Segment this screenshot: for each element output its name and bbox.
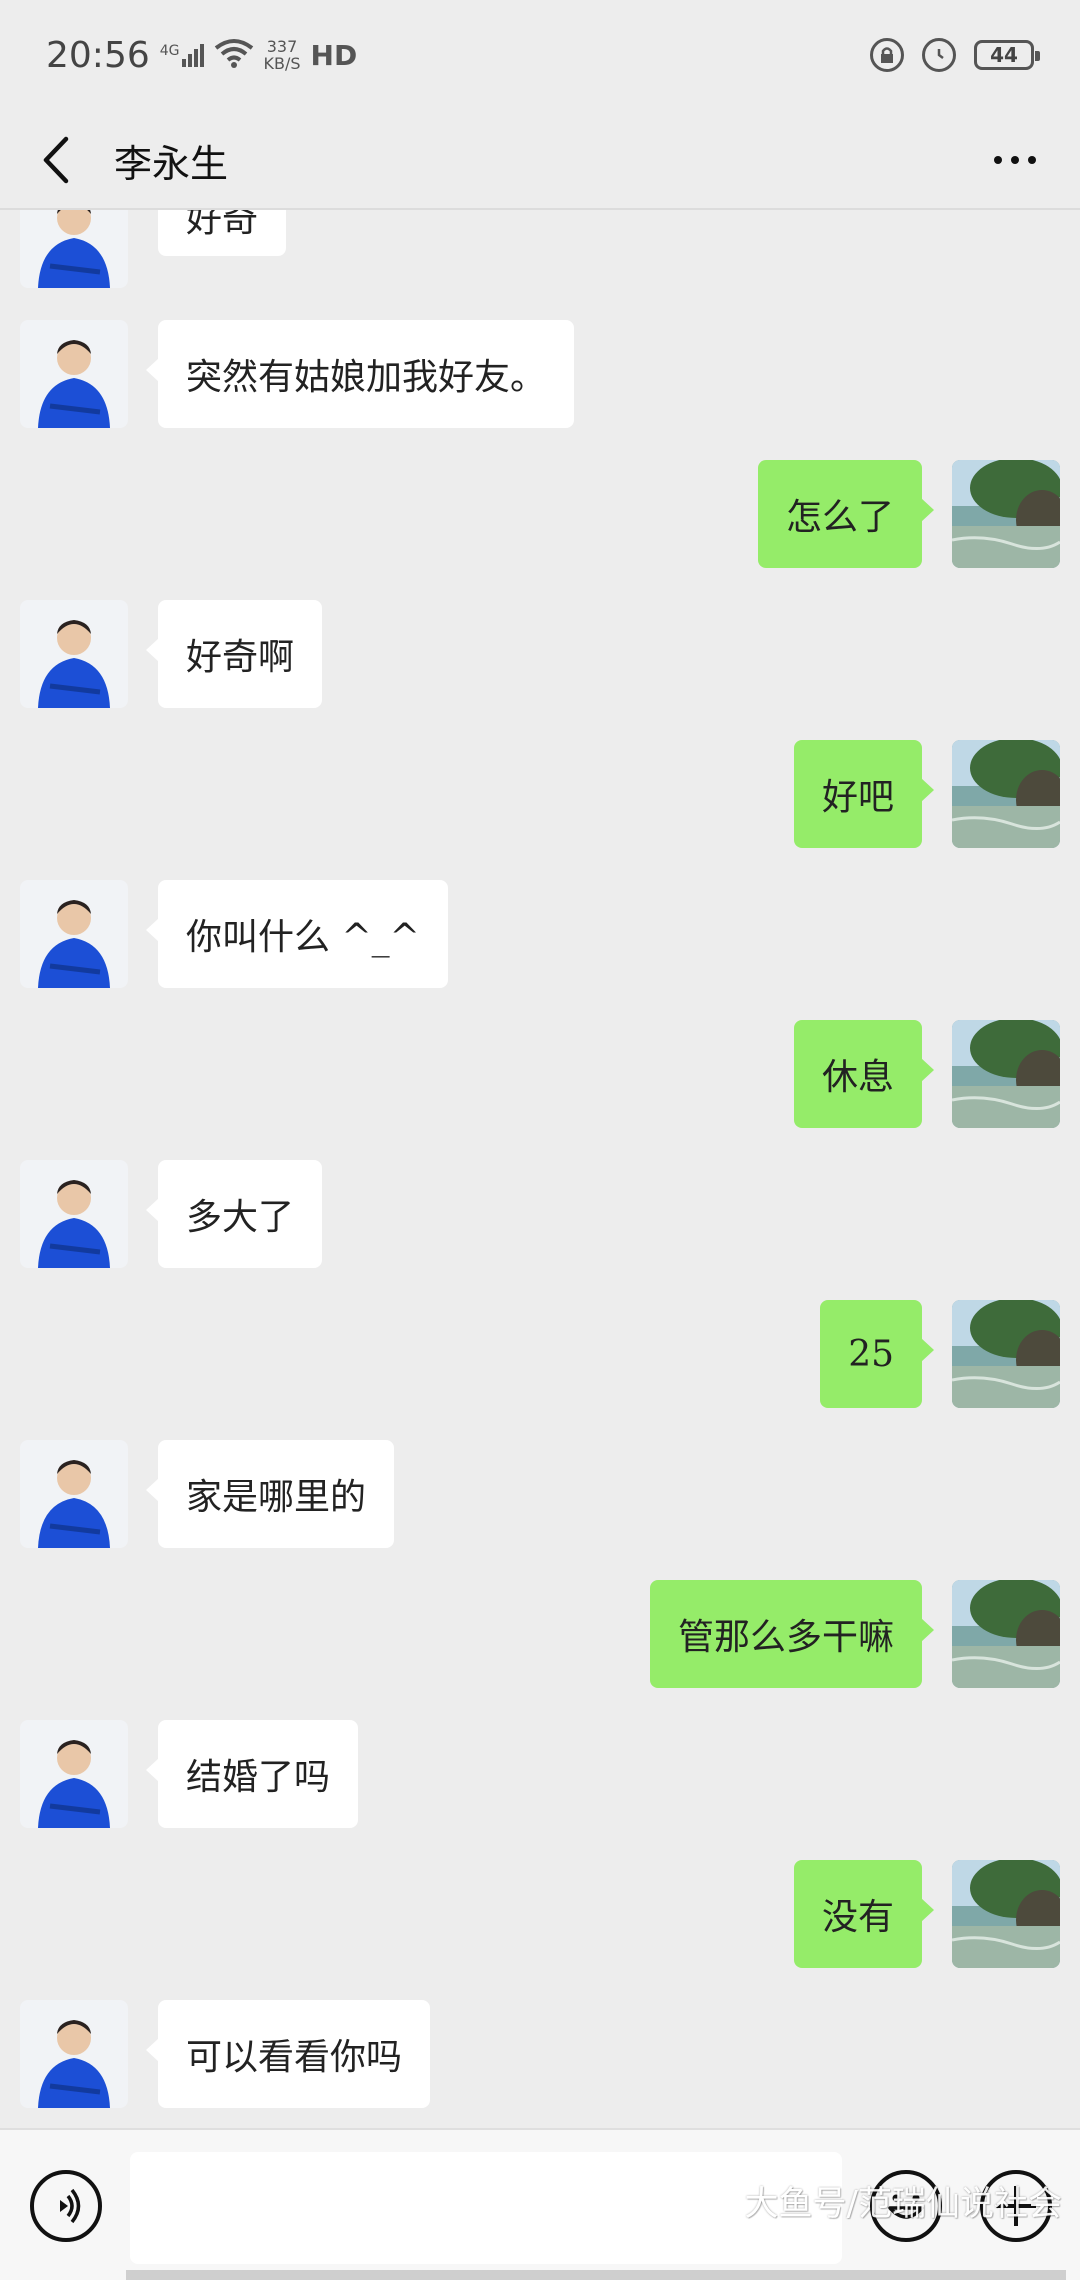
user-avatar[interactable]	[952, 1300, 1060, 1408]
received-message-bubble[interactable]: 家是哪里的	[145, 1440, 395, 1548]
speed-value: 337	[266, 37, 298, 56]
signal-icon: 4G	[160, 43, 204, 67]
battery-icon: 44	[974, 40, 1040, 70]
alarm-icon	[922, 38, 956, 72]
received-message-bubble[interactable]: 好奇啊	[145, 600, 323, 708]
received-message-bubble[interactable]: 结婚了吗	[145, 1720, 359, 1828]
back-button[interactable]	[30, 130, 80, 190]
chevron-left-icon	[43, 136, 69, 184]
sent-message-bubble[interactable]: 没有	[793, 1860, 935, 1968]
received-message-bubble[interactable]: 可以看看你吗	[145, 2000, 431, 2108]
contact-avatar[interactable]	[20, 1720, 128, 1828]
received-message-bubble[interactable]: 突然有姑娘加我好友。	[145, 320, 575, 428]
message-row: 好奇啊	[0, 600, 1080, 710]
bottom-strip	[126, 2270, 1066, 2280]
message-row: 休息	[0, 1020, 1080, 1130]
received-message-bubble[interactable]: 多大了	[145, 1160, 323, 1268]
user-avatar[interactable]	[952, 740, 1060, 848]
received-message-bubble[interactable]: 你叫什么 ^_^	[146, 880, 448, 988]
contact-avatar[interactable]	[20, 600, 128, 708]
message-row: 多大了	[0, 1160, 1080, 1270]
message-input[interactable]	[130, 2152, 842, 2264]
chat-area[interactable]: 好奇突然有姑娘加我好友。怎么了好奇啊好吧你叫什么 ^_^ 休息多大了 25 家是哪里的…	[0, 210, 1080, 2130]
status-bar: 20:56 4G 337 KB/S HD 44	[0, 0, 1080, 110]
sent-message-bubble[interactable]: 休息	[793, 1020, 935, 1128]
message-row: 结婚了吗	[0, 1720, 1080, 1830]
message-row: 没有	[0, 1860, 1080, 1970]
user-avatar[interactable]	[952, 460, 1060, 568]
more-dots-icon	[994, 156, 1002, 164]
sent-message-bubble[interactable]: 好吧	[793, 740, 935, 848]
chat-header: 李永生	[0, 110, 1080, 210]
speed-unit: KB/S	[263, 54, 301, 73]
network-type: 4G	[159, 43, 180, 59]
message-row: 25	[0, 1300, 1080, 1410]
status-time: 20:56	[46, 34, 150, 76]
watermark: 大鱼号/范瑞仙说社会	[744, 2184, 1062, 2224]
message-row: 家是哪里的	[0, 1440, 1080, 1550]
contact-avatar[interactable]	[20, 2000, 128, 2108]
message-row: 可以看看你吗	[0, 2000, 1080, 2110]
sent-message-bubble[interactable]: 25	[820, 1300, 934, 1408]
message-row: 管那么多干嘛	[0, 1580, 1080, 1690]
contact-avatar[interactable]	[20, 320, 128, 428]
message-row: 好奇	[0, 210, 1080, 290]
more-options-button[interactable]	[980, 130, 1050, 190]
user-avatar[interactable]	[952, 1860, 1060, 1968]
hd-indicator: HD	[310, 38, 358, 72]
contact-avatar[interactable]	[20, 1440, 128, 1548]
message-row: 你叫什么 ^_^	[0, 880, 1080, 990]
sent-message-bubble[interactable]: 怎么了	[757, 460, 935, 568]
user-avatar[interactable]	[952, 1580, 1060, 1688]
message-row: 突然有姑娘加我好友。	[0, 320, 1080, 430]
contact-avatar[interactable]	[20, 1160, 128, 1268]
voice-icon	[60, 2188, 81, 2224]
message-row: 好吧	[0, 740, 1080, 850]
sent-message-bubble[interactable]: 管那么多干嘛	[649, 1580, 935, 1688]
battery-level: 44	[990, 43, 1018, 67]
contact-avatar[interactable]	[20, 210, 128, 288]
status-left: 20:56 4G 337 KB/S HD	[46, 35, 357, 76]
status-right: 44	[870, 38, 1040, 72]
contact-avatar[interactable]	[20, 880, 128, 988]
lock-rotation-icon	[870, 38, 904, 72]
contact-name: 李永生	[114, 141, 229, 186]
received-message-bubble[interactable]: 好奇	[158, 210, 287, 256]
network-speed: 337 KB/S	[264, 38, 301, 72]
message-row: 怎么了	[0, 460, 1080, 570]
voice-button[interactable]	[30, 2170, 102, 2242]
wifi-icon	[214, 38, 254, 72]
user-avatar[interactable]	[952, 1020, 1060, 1128]
